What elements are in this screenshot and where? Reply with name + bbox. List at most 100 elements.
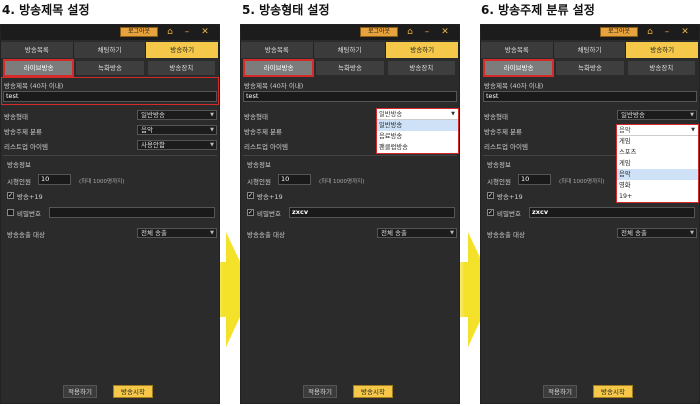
chevron-down-icon: ▼ [451,111,455,117]
password-label: 비밀번호 [17,210,41,218]
subtab-device[interactable]: 방송장치 [627,61,695,75]
apply-button[interactable]: 적용하기 [303,385,337,398]
adult-checkbox[interactable]: ✓ [7,192,14,199]
type-label: 방송형태 [484,113,508,121]
tab-chat[interactable]: 채팅하기 [313,42,387,58]
topic-option[interactable]: 19+ [617,191,698,202]
chevron-down-icon: ▼ [210,127,214,133]
subtab-recorded[interactable]: 녹화방송 [316,61,384,75]
logout-button[interactable]: 로그아웃 [600,27,638,37]
type-select[interactable]: 일반방송 ▼ [617,110,697,120]
chevron-down-icon: ▼ [210,112,214,118]
tab-chat[interactable]: 채팅하기 [553,42,627,58]
tab-broadcast[interactable]: 방송하기 [146,42,219,58]
password-checkbox[interactable]: ✓ [487,209,494,216]
topic-select[interactable]: 음악 ▼ [137,125,217,135]
audience-select[interactable]: 전체 송출 ▼ [137,228,217,238]
start-broadcast-button[interactable]: 방송시작 [593,385,633,398]
topic-option[interactable]: 게임 [617,136,698,147]
password-input[interactable]: zxcv [529,207,695,218]
close-icon[interactable]: ✕ [439,26,451,38]
close-icon[interactable]: ✕ [679,26,691,38]
divider [243,155,457,156]
minimize-icon[interactable]: – [661,26,673,38]
topic-label: 방송주제 분류 [244,128,282,136]
section-info-heading: 방송정보 [487,161,511,169]
adult-checkbox[interactable]: ✓ [487,192,494,199]
topic-dropdown: 음악 ▼ 게임 스포츠 게임 음악 영화 19+ [616,124,699,203]
logout-button[interactable]: 로그아웃 [120,27,158,37]
home-icon[interactable]: ⌂ [644,26,656,38]
tab-chat[interactable]: 채팅하기 [73,42,147,58]
audience-label: 방송송출 대상 [487,231,525,239]
topic-option[interactable]: 스포츠 [617,147,698,158]
subtab-live[interactable]: 라이브방송 [242,59,315,77]
home-icon[interactable]: ⌂ [404,26,416,38]
adult-label: 방송+19 [497,193,523,201]
section-info-heading: 방송정보 [247,161,271,169]
password-checkbox[interactable] [7,209,14,216]
topic-option[interactable]: 영화 [617,180,698,191]
password-input[interactable] [49,207,215,218]
viewers-input[interactable]: 10 [518,174,551,185]
title-label: 방송제목 (40자 이내) [4,82,64,90]
adult-checkbox[interactable]: ✓ [247,192,254,199]
viewers-label: 시청인원 [487,178,511,186]
type-option[interactable]: 일반방송 [377,120,458,131]
title-input[interactable]: test [483,91,697,102]
subtab-live[interactable]: 라이브방송 [2,59,75,77]
audience-select[interactable]: 전체 송출 ▼ [377,228,457,238]
adult-label: 방송+19 [17,193,43,201]
title-label: 방송제목 (40자 이내) [244,82,304,90]
title-bar: 로그아웃 ⌂ – ✕ [481,25,699,40]
start-broadcast-button[interactable]: 방송시작 [353,385,393,398]
minimize-icon[interactable]: – [181,26,193,38]
tab-broadcast[interactable]: 방송하기 [626,42,699,58]
audience-select-value: 전체 송출 [381,229,407,237]
password-label: 비밀번호 [497,210,521,218]
start-broadcast-button[interactable]: 방송시작 [113,385,153,398]
type-dropdown-current[interactable]: 일반방송 ▼ [377,109,458,120]
audience-label: 방송송출 대상 [247,231,285,239]
type-dropdown: 일반방송 ▼ 일반방송 음료방송 팬클럽방송 [376,108,459,154]
section-info-heading: 방송정보 [7,161,31,169]
tab-broadcast-list[interactable]: 방송목록 [1,42,74,58]
list-item-label: 리스트업 아이템 [4,143,48,151]
subtab-live[interactable]: 라이브방송 [482,59,555,77]
title-input[interactable]: test [243,91,457,102]
type-select-value: 일반방송 [141,111,165,119]
list-item-select[interactable]: 사용안함 ▼ [137,140,217,150]
type-select[interactable]: 일반방송 ▼ [137,110,217,120]
type-option[interactable]: 음료방송 [377,131,458,142]
title-input[interactable]: test [3,91,217,102]
subtab-recorded[interactable]: 녹화방송 [556,61,624,75]
type-label: 방송형태 [4,113,28,121]
topic-label: 방송주제 분류 [484,128,522,136]
password-checkbox[interactable]: ✓ [247,209,254,216]
topic-option[interactable]: 음악 [617,169,698,180]
chevron-down-icon: ▼ [210,142,214,148]
apply-button[interactable]: 적용하기 [543,385,577,398]
minimize-icon[interactable]: – [421,26,433,38]
home-icon[interactable]: ⌂ [164,26,176,38]
type-option[interactable]: 팬클럽방송 [377,142,458,153]
viewers-input[interactable]: 10 [278,174,311,185]
tab-broadcast-list[interactable]: 방송목록 [481,42,554,58]
audience-select-value: 전체 송출 [621,229,647,237]
password-input[interactable]: zxcv [289,207,455,218]
audience-select[interactable]: 전체 송출 ▼ [617,228,697,238]
adult-label: 방송+19 [257,193,283,201]
subtab-device[interactable]: 방송장치 [387,61,455,75]
viewers-label: 시청인원 [247,178,271,186]
subtab-recorded[interactable]: 녹화방송 [76,61,144,75]
topic-dropdown-current[interactable]: 음악 ▼ [617,125,698,136]
close-icon[interactable]: ✕ [199,26,211,38]
logout-button[interactable]: 로그아웃 [360,27,398,37]
tab-broadcast-list[interactable]: 방송목록 [241,42,314,58]
topic-option[interactable]: 게임 [617,158,698,169]
type-label: 방송형태 [244,113,268,121]
apply-button[interactable]: 적용하기 [63,385,97,398]
viewers-input[interactable]: 10 [38,174,71,185]
subtab-device[interactable]: 방송장치 [147,61,215,75]
tab-broadcast[interactable]: 방송하기 [386,42,459,58]
